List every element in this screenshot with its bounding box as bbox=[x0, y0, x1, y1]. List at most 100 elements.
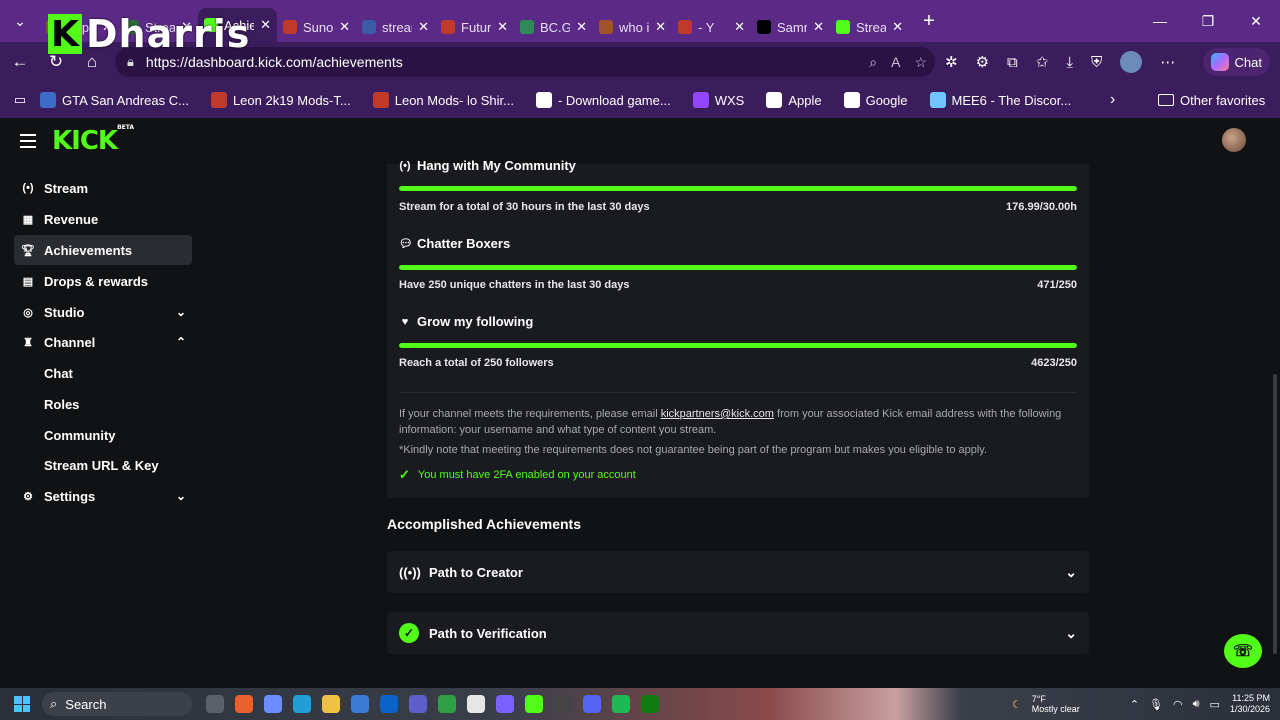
sidebar-subitem-community[interactable]: Community bbox=[44, 428, 116, 443]
favorite-link[interactable]: MEE6 - The Discor... bbox=[929, 92, 1071, 108]
close-tab-icon[interactable]: ✕ bbox=[655, 19, 666, 35]
2fa-requirement: ✓ You must have 2FA enabled on your acco… bbox=[399, 467, 636, 483]
firefox-icon[interactable] bbox=[235, 695, 253, 713]
browser-tab[interactable]: Samm ✕ bbox=[751, 12, 830, 42]
favorite-link[interactable]: WXS bbox=[692, 92, 744, 108]
copilot-app-icon[interactable] bbox=[264, 695, 282, 713]
xbox-icon[interactable] bbox=[641, 695, 659, 713]
profile-avatar[interactable] bbox=[1120, 51, 1143, 73]
sidebar-item-stream[interactable]: (•) Stream bbox=[14, 173, 192, 203]
task-view-icon[interactable] bbox=[206, 695, 224, 713]
close-window-button[interactable]: ✕ bbox=[1232, 0, 1280, 42]
volume-icon[interactable]: 🔊︎ bbox=[1193, 698, 1200, 711]
zoom-icon[interactable]: ⌕ bbox=[869, 54, 877, 71]
teams-icon[interactable] bbox=[409, 695, 427, 713]
browser-tab[interactable]: stream ✕ bbox=[356, 12, 435, 42]
sidebar-item-channel[interactable]: ♜ Channel ⌃ bbox=[14, 327, 192, 357]
accordion-label: Path to Creator bbox=[429, 564, 523, 580]
app-icon[interactable] bbox=[467, 695, 485, 713]
chevron-up-icon[interactable]: ⌃ bbox=[1130, 698, 1139, 711]
browser-tab[interactable]: Future ✕ bbox=[435, 12, 514, 42]
outlook-icon[interactable] bbox=[380, 695, 398, 713]
app-icon[interactable] bbox=[438, 695, 456, 713]
file-explorer-icon[interactable] bbox=[322, 695, 340, 713]
more-menu-icon[interactable]: ⋯ bbox=[1160, 53, 1175, 71]
clock[interactable]: 11:25 PM 1/30/2026 bbox=[1230, 693, 1270, 715]
favorite-link[interactable]: Leon Mods- lo Shir... bbox=[372, 92, 514, 108]
obs-icon[interactable] bbox=[554, 695, 572, 713]
favorite-link[interactable]: Leon 2k19 Mods-T... bbox=[210, 92, 351, 108]
sidebar-item-drops[interactable]: ▤ Drops & rewards bbox=[14, 266, 192, 296]
close-tab-icon[interactable]: ✕ bbox=[734, 19, 745, 35]
browser-essentials-icon[interactable]: ⛨ bbox=[1091, 54, 1102, 71]
store-icon[interactable] bbox=[351, 695, 369, 713]
close-tab-icon[interactable]: ✕ bbox=[576, 19, 587, 35]
support-chat-button[interactable]: ☏ bbox=[1224, 634, 1262, 668]
checkmark-icon: ✓ bbox=[399, 467, 410, 482]
edge-icon[interactable] bbox=[293, 695, 311, 713]
favorite-favicon bbox=[40, 92, 56, 108]
windows-start-icon[interactable] bbox=[14, 696, 30, 712]
browser-tab[interactable]: who i ✕ bbox=[593, 12, 672, 42]
kick-header: KICKBETA bbox=[0, 118, 1280, 164]
chevron-down-icon: ⌄ bbox=[175, 305, 186, 319]
sidebar-item-revenue[interactable]: ▦ Revenue bbox=[14, 204, 192, 234]
favorites-overflow-icon[interactable]: › bbox=[1110, 91, 1115, 109]
browser-tab[interactable]: BC.GA ✕ bbox=[514, 12, 593, 42]
sidebar-subitem-chat[interactable]: Chat bbox=[44, 366, 73, 381]
favorite-star-icon[interactable]: ☆ bbox=[914, 54, 927, 71]
weather-widget[interactable]: 7°F Mostly clear bbox=[1032, 694, 1080, 714]
taskbar-search[interactable]: ⌕ Search bbox=[42, 692, 192, 716]
kick-logo[interactable]: KICKBETA bbox=[52, 124, 134, 156]
split-screen-icon[interactable]: ⧉ bbox=[1007, 54, 1018, 71]
scrollbar-thumb[interactable] bbox=[1273, 374, 1277, 654]
sidebar-item-studio[interactable]: ◎ Studio ⌄ bbox=[14, 297, 192, 327]
sidebar-subitem-roles[interactable]: Roles bbox=[44, 397, 79, 412]
wifi-icon[interactable]: ◠ bbox=[1173, 698, 1183, 711]
extensions-icon[interactable]: ✲ bbox=[945, 53, 958, 71]
copilot-chat-button[interactable]: Chat bbox=[1202, 48, 1270, 76]
browser-tab[interactable]: Stream ✕ bbox=[830, 12, 909, 42]
menu-icon[interactable] bbox=[20, 134, 36, 152]
close-tab-icon[interactable]: ✕ bbox=[260, 17, 271, 33]
performance-icon[interactable]: ⚙ bbox=[976, 53, 989, 71]
sidebar-subitem-stream-url[interactable]: Stream URL & Key bbox=[44, 458, 159, 473]
close-tab-icon[interactable]: ✕ bbox=[339, 19, 350, 35]
downloads-icon[interactable]: ⤓ bbox=[1066, 54, 1073, 71]
other-favorites[interactable]: Other favorites bbox=[1158, 93, 1265, 108]
favorites-icon[interactable]: ✩ bbox=[1036, 53, 1049, 71]
chevron-down-icon[interactable]: ⌄ bbox=[1065, 625, 1077, 642]
favorite-link[interactable]: GTA San Andreas C... bbox=[40, 92, 189, 108]
close-tab-icon[interactable]: ✕ bbox=[892, 19, 903, 35]
sidebar-item-settings[interactable]: ⚙ Settings ⌄ bbox=[14, 481, 192, 511]
battery-icon[interactable]: ▭ bbox=[1210, 698, 1220, 711]
accordion-path-to-creator[interactable]: ((•)) Path to Creator ⌄ bbox=[387, 551, 1089, 593]
partner-email-link[interactable]: kickpartners@kick.com bbox=[661, 408, 774, 420]
favorite-link[interactable]: - Download game... bbox=[535, 92, 671, 108]
reading-list-icon[interactable]: ▭ bbox=[0, 92, 40, 108]
accordion-path-to-verification[interactable]: ✓ Path to Verification ⌄ bbox=[387, 612, 1089, 654]
chevron-down-icon[interactable]: ⌄ bbox=[1065, 564, 1077, 581]
discord-icon[interactable] bbox=[583, 695, 601, 713]
new-tab-button[interactable]: + bbox=[909, 10, 949, 33]
spotify-icon[interactable] bbox=[612, 695, 630, 713]
app-icon[interactable] bbox=[496, 695, 514, 713]
browser-tab[interactable]: Suno ✕ bbox=[277, 12, 356, 42]
mic-icon[interactable]: 🎙︎ bbox=[1149, 698, 1163, 711]
back-button[interactable]: ← bbox=[2, 44, 38, 80]
user-avatar[interactable] bbox=[1222, 128, 1246, 152]
restore-button[interactable]: ❐ bbox=[1184, 0, 1232, 42]
kick-app-icon[interactable] bbox=[525, 695, 543, 713]
close-tab-icon[interactable]: ✕ bbox=[497, 19, 508, 35]
close-tab-icon[interactable]: ✕ bbox=[813, 19, 824, 35]
read-aloud-icon[interactable]: A bbox=[891, 54, 900, 71]
close-tab-icon[interactable]: ✕ bbox=[418, 19, 429, 35]
sidebar-item-achievements[interactable]: 🏆︎ Achievements bbox=[14, 235, 192, 265]
browser-tab[interactable]: - Y ✕ bbox=[672, 12, 751, 42]
page-scrollbar[interactable] bbox=[1272, 164, 1278, 684]
favorite-link[interactable]: Apple bbox=[766, 92, 822, 108]
favorite-link[interactable]: Google bbox=[843, 92, 908, 108]
minimize-button[interactable]: — bbox=[1136, 0, 1184, 42]
tab-actions-icon[interactable]: ⌄ bbox=[0, 0, 40, 42]
progress-bar bbox=[399, 343, 1077, 348]
